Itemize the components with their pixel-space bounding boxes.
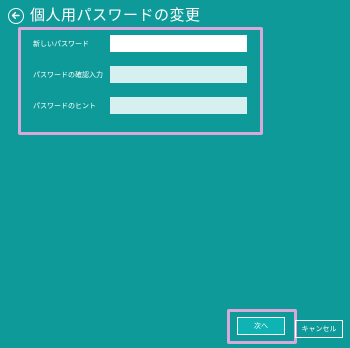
next-button[interactable]: 次へ <box>237 317 285 335</box>
new-password-input[interactable] <box>110 35 247 52</box>
password-hint-input[interactable] <box>110 97 247 114</box>
confirm-password-input[interactable] <box>110 66 247 83</box>
confirm-password-row: パスワードの確認入力 <box>31 66 256 84</box>
next-button-highlight: 次へ <box>227 309 297 344</box>
back-arrow-icon <box>11 11 20 20</box>
page-title: 個人用パスワードの変更 <box>30 6 201 24</box>
new-password-row: 新しいパスワード <box>31 35 256 53</box>
confirm-password-label: パスワードの確認入力 <box>33 71 103 79</box>
password-form-highlight: 新しいパスワード パスワードの確認入力 パスワードのヒント <box>18 27 263 135</box>
password-hint-row: パスワードのヒント <box>31 97 256 115</box>
cancel-button[interactable]: キャンセル <box>295 320 343 338</box>
back-button[interactable] <box>8 8 24 24</box>
new-password-label: 新しいパスワード <box>33 40 89 48</box>
password-hint-label: パスワードのヒント <box>33 102 96 110</box>
